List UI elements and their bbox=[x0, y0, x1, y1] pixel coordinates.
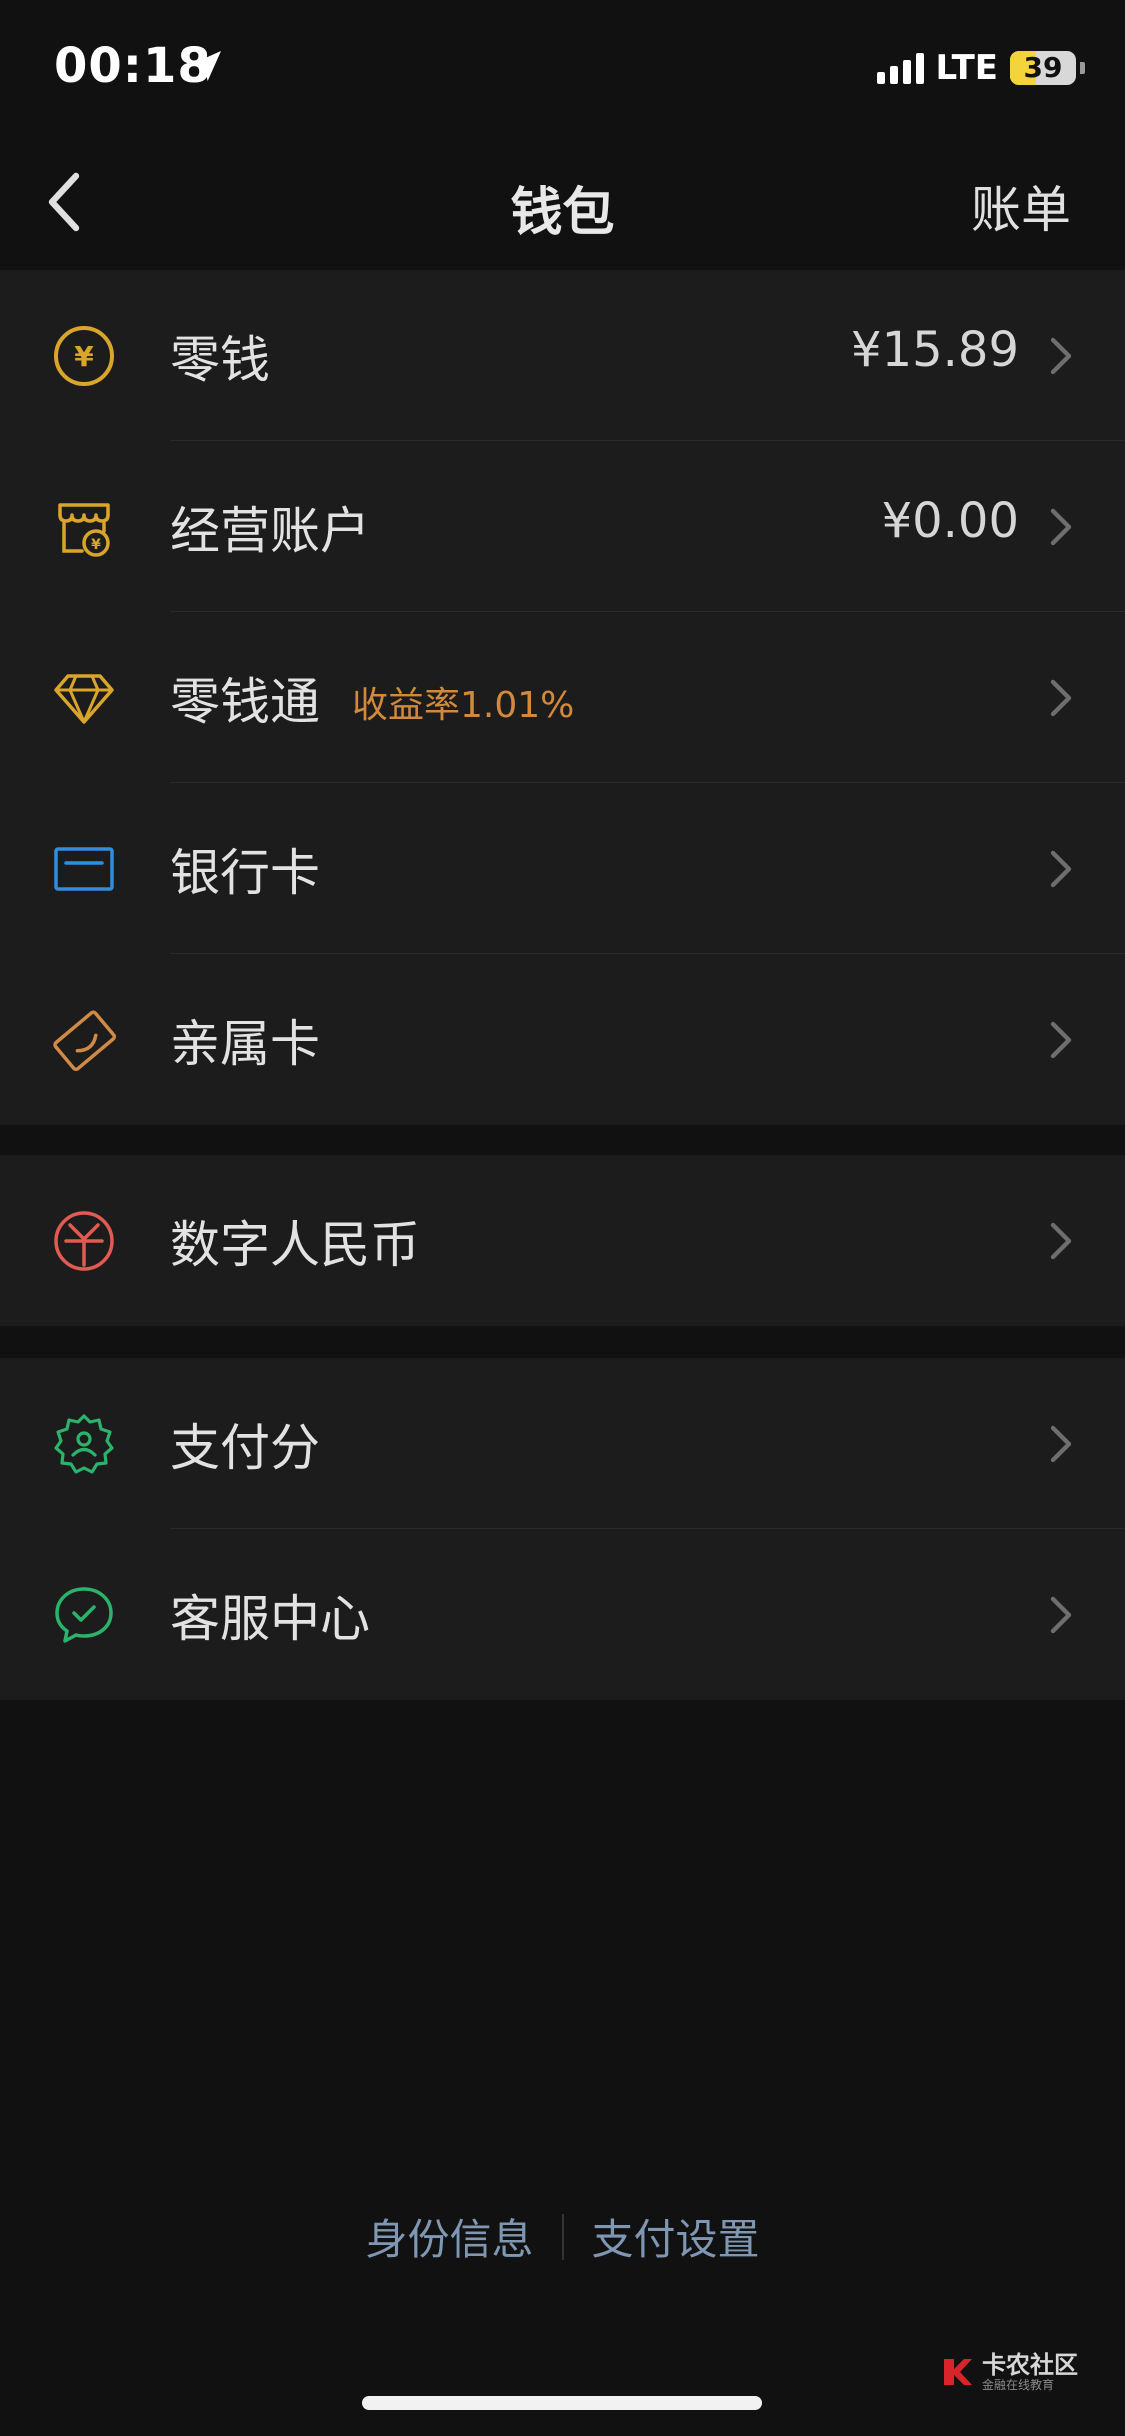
wallet-page: 00:18 LTE 39 钱包 账单 ¥ 零钱 ¥15.89 ¥ 经营账户 ¥0… bbox=[0, 0, 1125, 2436]
bank-card-icon bbox=[54, 847, 114, 891]
signal-icon bbox=[876, 52, 924, 84]
battery-percent: 39 bbox=[1023, 51, 1063, 84]
list-item-bank-card[interactable]: 银行卡 bbox=[0, 783, 1125, 954]
status-indicators: LTE 39 bbox=[876, 48, 1085, 88]
network-type: LTE bbox=[935, 48, 998, 88]
svg-text:¥: ¥ bbox=[91, 537, 101, 553]
change-balance: ¥15.89 bbox=[851, 322, 1019, 378]
chevron-right-icon bbox=[1050, 508, 1072, 546]
yield-rate-badge: 收益率1.01% bbox=[352, 685, 575, 726]
pay-score-icon bbox=[54, 1414, 114, 1474]
identity-info-link[interactable]: 身份信息 bbox=[337, 2206, 561, 2267]
bill-button[interactable]: 账单 bbox=[971, 170, 1071, 242]
list-item-label: 数字人民币 bbox=[170, 1216, 420, 1274]
chevron-right-icon bbox=[1050, 1425, 1072, 1463]
battery-icon: 39 bbox=[1010, 51, 1076, 85]
status-bar: 00:18 LTE 39 bbox=[0, 0, 1125, 140]
list-item-business-account[interactable]: ¥ 经营账户 ¥0.00 bbox=[0, 441, 1125, 612]
list-item-lingqiantong[interactable]: 零钱通 收益率1.01% bbox=[0, 612, 1125, 783]
list-item-label: 支付分 bbox=[170, 1419, 320, 1477]
shop-account-icon: ¥ bbox=[58, 503, 110, 557]
list-item-label: 经营账户 bbox=[170, 502, 370, 560]
list-item-label: 零钱 bbox=[170, 331, 270, 389]
watermark: 卡农社区 金融在线教育 bbox=[940, 2352, 1078, 2392]
watermark-logo-icon bbox=[944, 2359, 972, 2385]
chevron-right-icon bbox=[1050, 1596, 1072, 1634]
list-item-pay-score[interactable]: 支付分 bbox=[0, 1358, 1125, 1529]
wallet-group-digital: 数字人民币 bbox=[0, 1155, 1125, 1326]
list-item-label: 银行卡 bbox=[170, 844, 320, 902]
pay-settings-link[interactable]: 支付设置 bbox=[564, 2206, 788, 2267]
list-item-digital-rmb[interactable]: 数字人民币 bbox=[0, 1155, 1125, 1326]
chevron-right-icon bbox=[1050, 1222, 1072, 1260]
watermark-subtitle: 金融在线教育 bbox=[982, 2378, 1055, 2392]
business-balance: ¥0.00 bbox=[881, 493, 1019, 549]
yuan-coin-icon: ¥ bbox=[54, 326, 114, 386]
list-item-family-card[interactable]: 亲属卡 bbox=[0, 954, 1125, 1125]
page-title: 钱包 bbox=[510, 183, 615, 243]
nav-bar: 钱包 账单 bbox=[0, 140, 1125, 265]
svg-text:¥: ¥ bbox=[74, 340, 94, 373]
list-item-change[interactable]: ¥ 零钱 ¥15.89 bbox=[0, 270, 1125, 441]
home-indicator[interactable] bbox=[362, 2396, 762, 2410]
chevron-right-icon bbox=[1050, 679, 1072, 717]
location-arrow-icon bbox=[191, 51, 221, 81]
wallet-group-service: 支付分 客服中心 bbox=[0, 1358, 1125, 1700]
list-item-label: 客服中心 bbox=[170, 1590, 370, 1648]
family-card-icon bbox=[53, 1010, 116, 1072]
list-item-label: 零钱通 bbox=[170, 673, 320, 731]
digital-rmb-icon bbox=[54, 1211, 114, 1271]
battery-tip bbox=[1080, 62, 1085, 74]
chevron-right-icon bbox=[1050, 850, 1072, 888]
customer-service-icon bbox=[55, 1587, 113, 1643]
watermark-title: 卡农社区 bbox=[982, 2351, 1078, 2379]
wallet-group-main: ¥ 零钱 ¥15.89 ¥ 经营账户 ¥0.00 零钱通 收益率1.01% 银行… bbox=[0, 270, 1125, 1125]
chevron-right-icon bbox=[1050, 1021, 1072, 1059]
list-item-customer-service[interactable]: 客服中心 bbox=[0, 1529, 1125, 1700]
list-item-label: 亲属卡 bbox=[170, 1015, 320, 1073]
diamond-icon bbox=[54, 674, 114, 724]
chevron-right-icon bbox=[1050, 337, 1072, 375]
footer-links: 身份信息 支付设置 bbox=[0, 2206, 1125, 2267]
